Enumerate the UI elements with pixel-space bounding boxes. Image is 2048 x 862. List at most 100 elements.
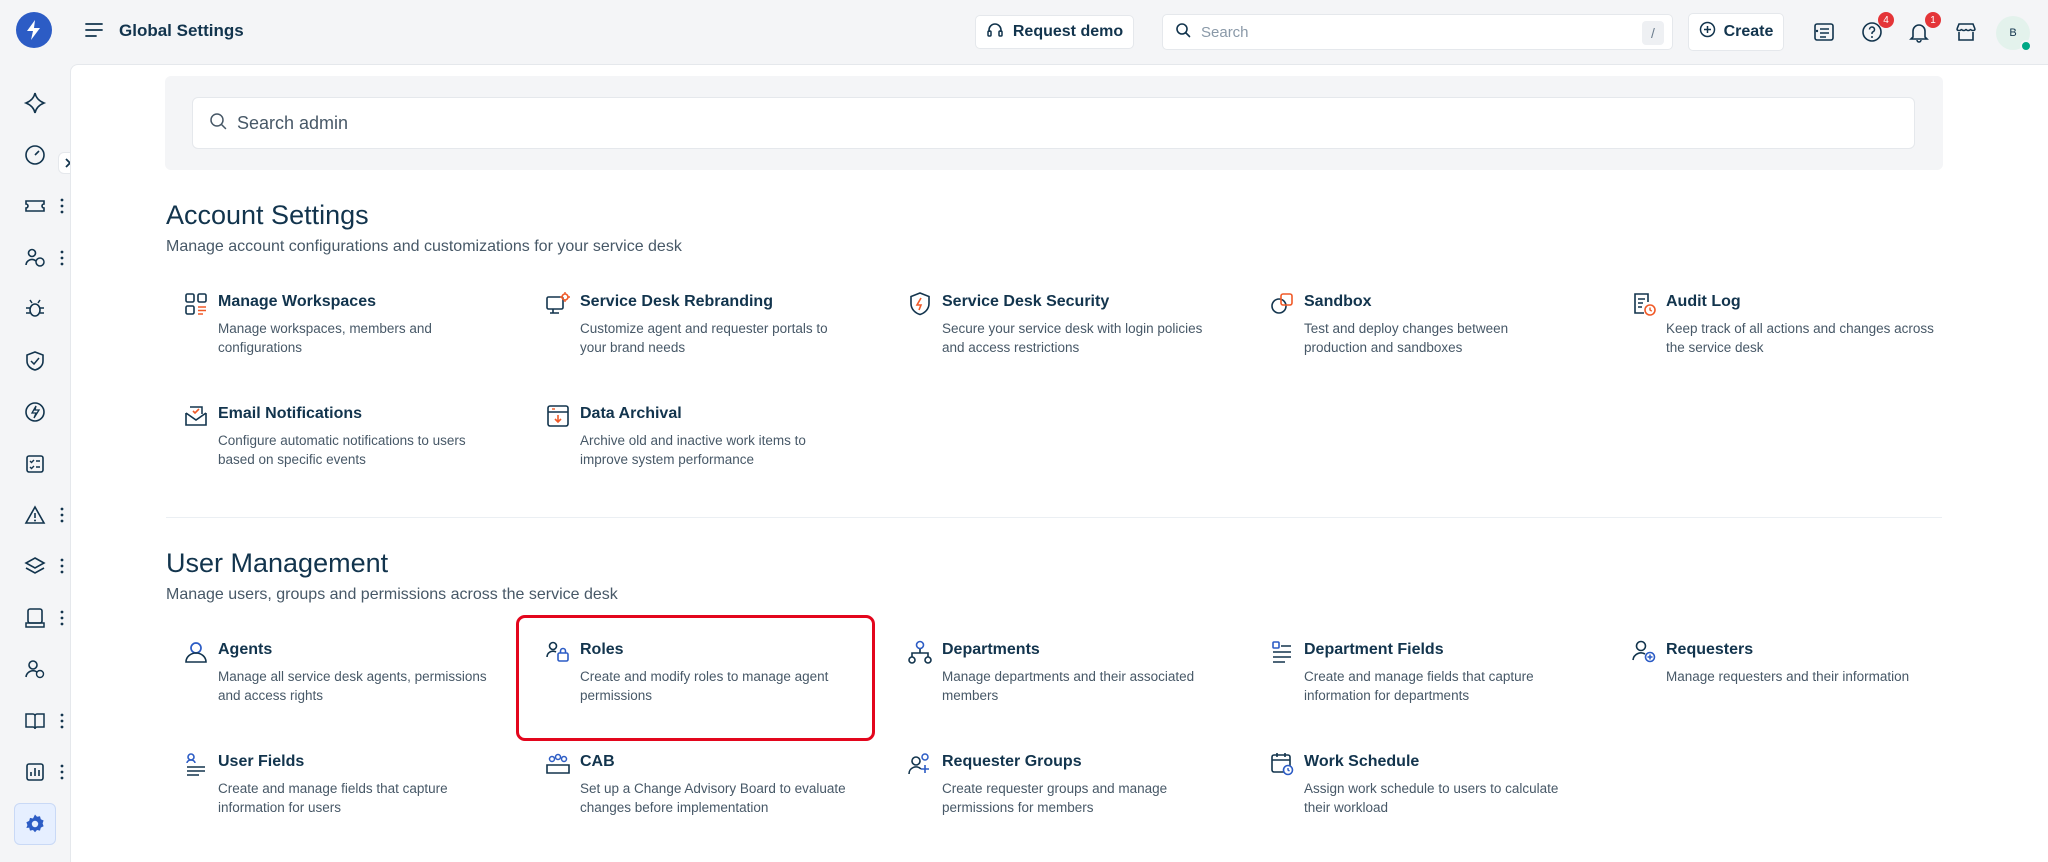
- card-title: CAB: [580, 753, 615, 770]
- dashboard-gauge-icon[interactable]: [18, 138, 52, 172]
- tasks-checklist-icon[interactable]: [18, 447, 52, 481]
- avatar-initial: B: [2009, 27, 2017, 39]
- alert-warning-icon[interactable]: [18, 498, 52, 532]
- create-button[interactable]: Create: [1688, 13, 1784, 51]
- card-title: Service Desk Security: [942, 293, 1110, 310]
- admin-settings-gear-icon[interactable]: [14, 803, 56, 845]
- help-badge: 4: [1878, 12, 1894, 28]
- bell-icon[interactable]: 1: [1906, 12, 1941, 45]
- ai-sparkle-icon[interactable]: [18, 86, 52, 120]
- user-management-heading: User Management: [166, 548, 389, 578]
- purchase-orders-icon[interactable]: [18, 601, 52, 635]
- contacts-list-icon[interactable]: [1811, 19, 1837, 45]
- departments-icon: [907, 639, 933, 665]
- card-description: Manage departments and their associated …: [942, 669, 1195, 703]
- card-title: User Fields: [218, 753, 305, 770]
- card-title: Requesters: [1666, 641, 1754, 658]
- card-title: Roles: [580, 641, 624, 658]
- request-demo-label: Request demo: [1012, 23, 1124, 40]
- card-description: Customize agent and requester portals to…: [580, 321, 828, 355]
- more-dots-icon[interactable]: [59, 764, 65, 780]
- menu-icon[interactable]: [84, 21, 106, 41]
- admin-search-panel: [165, 76, 1943, 170]
- knowledge-book-icon[interactable]: [18, 704, 52, 738]
- audit-log-icon: [1631, 291, 1657, 317]
- account-settings-heading: Account Settings: [166, 200, 369, 230]
- more-dots-icon[interactable]: [59, 198, 65, 214]
- more-dots-icon[interactable]: [59, 250, 65, 266]
- avatar[interactable]: B: [1996, 16, 2032, 52]
- card-title: Sandbox: [1304, 293, 1372, 310]
- more-dots-icon[interactable]: [59, 610, 65, 626]
- freshservice-logo-icon[interactable]: [16, 12, 52, 48]
- more-dots-icon[interactable]: [59, 507, 65, 523]
- contacts-users-icon[interactable]: [18, 652, 52, 686]
- more-dots-icon[interactable]: [59, 713, 65, 729]
- releases-icon[interactable]: [18, 395, 52, 429]
- help-icon[interactable]: 4: [1859, 12, 1894, 45]
- sandbox-icon: [1269, 291, 1295, 317]
- card-description: Manage requesters and their information: [1666, 669, 1910, 684]
- card-title: Audit Log: [1666, 293, 1741, 310]
- bug-problems-icon[interactable]: [18, 292, 52, 326]
- card-description: Set up a Change Advisory Board to evalua…: [580, 781, 846, 815]
- search-icon: [209, 112, 227, 135]
- more-dots-icon[interactable]: [59, 558, 65, 574]
- department-fields-icon: [1269, 639, 1295, 665]
- agents-icon: [183, 639, 209, 665]
- rebranding-icon: [545, 291, 571, 317]
- card-title: Email Notifications: [218, 405, 363, 422]
- work-schedule-icon: [1269, 751, 1295, 777]
- reports-chart-icon[interactable]: [18, 755, 52, 789]
- card-description: Assign work schedule to users to calcula…: [1304, 781, 1559, 815]
- search-icon: [1175, 22, 1191, 43]
- card-description: Create and modify roles to manage agent …: [580, 669, 829, 703]
- card-title: Data Archival: [580, 405, 682, 422]
- plus-circle-icon: [1699, 21, 1716, 43]
- online-status-dot: [2020, 40, 2032, 52]
- card-title: Requester Groups: [942, 753, 1082, 770]
- service-requests-icon[interactable]: [18, 241, 52, 275]
- card-description: Test and deploy changes between producti…: [1304, 321, 1509, 355]
- admin-search-input[interactable]: [237, 112, 1837, 134]
- card-description: Create and manage fields that capture in…: [1304, 669, 1534, 703]
- card-title: Departments: [942, 641, 1040, 658]
- workspaces-icon: [183, 291, 209, 317]
- assets-layers-icon[interactable]: [18, 549, 52, 583]
- create-label: Create: [1723, 23, 1774, 40]
- global-search[interactable]: /: [1162, 14, 1673, 50]
- requesters-icon: [1631, 639, 1657, 665]
- top-bar: Global Settings Request demo / Create 4 …: [0, 0, 2048, 64]
- card-description: Manage workspaces, members and configura…: [218, 321, 432, 355]
- notifications-badge: 1: [1925, 12, 1941, 28]
- card-title: Work Schedule: [1304, 753, 1420, 770]
- card-description: Create and manage fields that capture in…: [218, 781, 448, 815]
- left-navigation: [0, 64, 78, 862]
- user-fields-icon: [183, 751, 209, 777]
- user-management-subtitle: Manage users, groups and permissions acr…: [166, 586, 618, 603]
- data-archival-icon: [545, 403, 571, 429]
- card-description: Keep track of all actions and changes ac…: [1666, 321, 1934, 355]
- card-description: Secure your service desk with login poli…: [942, 321, 1203, 355]
- changes-shield-icon[interactable]: [18, 344, 52, 378]
- roles-icon: [545, 639, 571, 665]
- search-shortcut-key: /: [1642, 21, 1664, 45]
- card-title: Department Fields: [1304, 641, 1444, 658]
- tickets-icon[interactable]: [18, 189, 52, 223]
- security-shield-icon: [907, 291, 933, 317]
- card-title: Manage Workspaces: [218, 293, 376, 310]
- global-search-input[interactable]: [1201, 23, 1621, 41]
- section-divider: [166, 517, 1942, 518]
- card-description: Create requester groups and manage permi…: [942, 781, 1168, 815]
- page-title: Global Settings: [119, 21, 244, 40]
- card-description: Archive old and inactive work items to i…: [580, 433, 806, 467]
- request-demo-button[interactable]: Request demo: [975, 15, 1134, 49]
- cab-icon: [545, 751, 571, 777]
- requester-groups-icon: [907, 751, 933, 777]
- card-description: Configure automatic notifications to use…: [218, 433, 466, 467]
- card-description: Manage all service desk agents, permissi…: [218, 669, 487, 703]
- card-title: Service Desk Rebranding: [580, 293, 773, 310]
- email-notifications-icon: [183, 403, 209, 429]
- admin-search-box[interactable]: [192, 97, 1915, 149]
- marketplace-store-icon[interactable]: [1953, 19, 1979, 45]
